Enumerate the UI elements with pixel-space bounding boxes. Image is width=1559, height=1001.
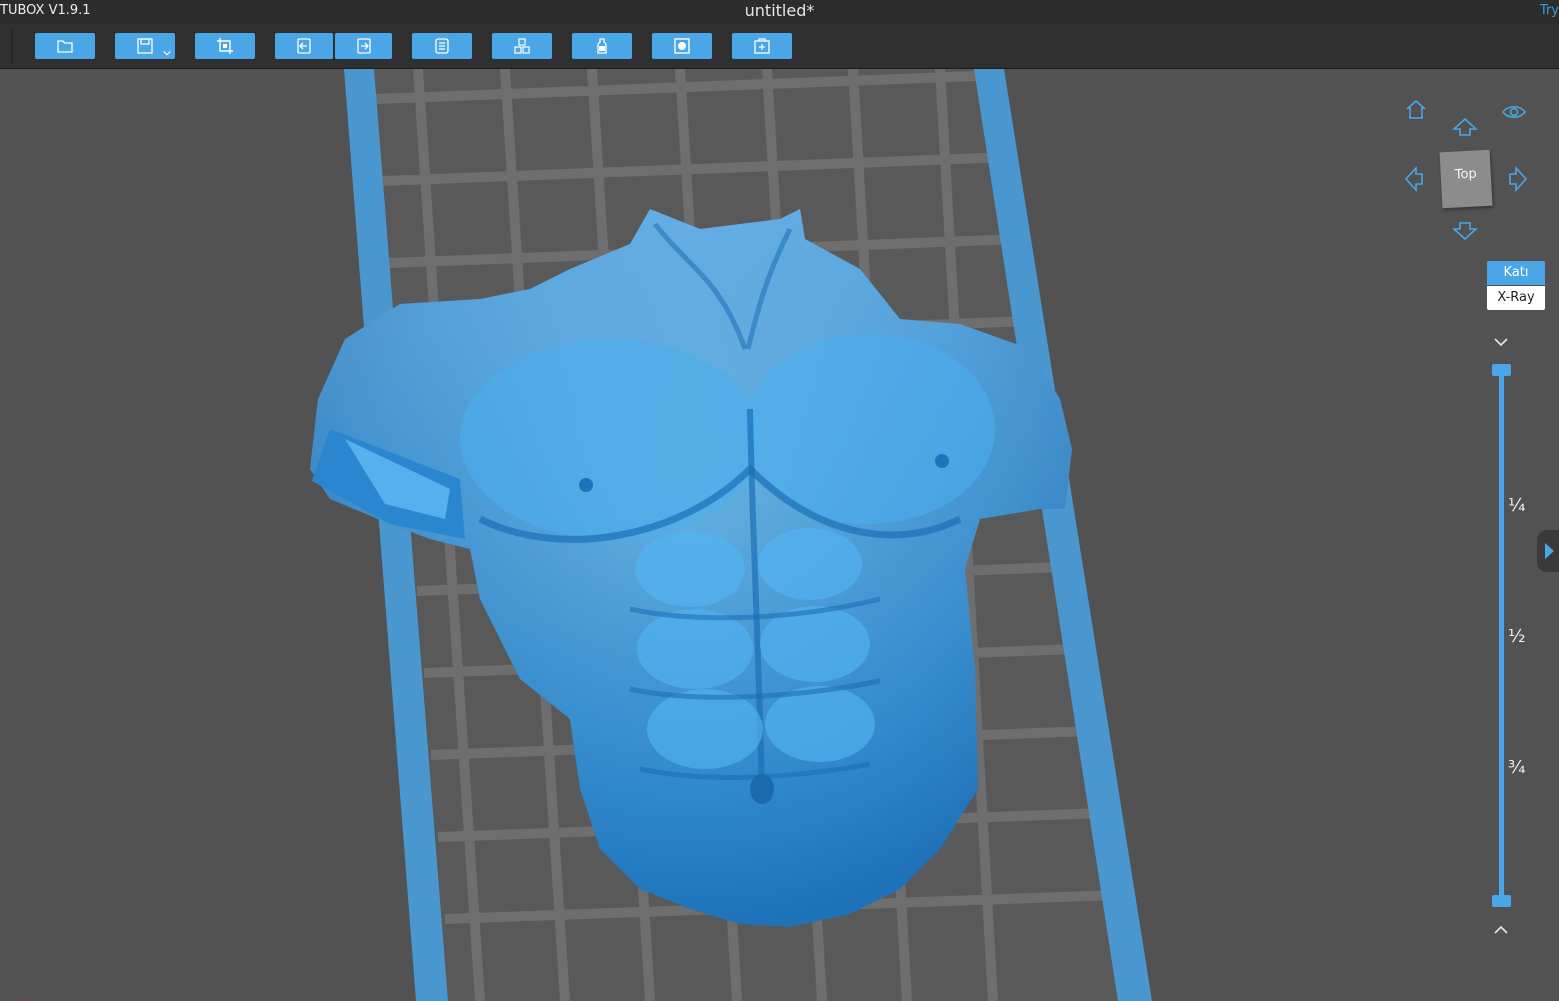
open-file-button[interactable] — [35, 33, 95, 59]
export-button[interactable] — [335, 33, 392, 59]
xray-mode-button[interactable]: X-Ray — [1487, 286, 1545, 310]
up-arrow-icon[interactable] — [1452, 117, 1478, 137]
import-icon — [297, 38, 311, 54]
right-arrow-icon[interactable] — [1508, 166, 1528, 192]
side-panel-toggle[interactable] — [1537, 530, 1559, 572]
arrange-button[interactable] — [492, 33, 552, 59]
play-arrow-icon — [1545, 543, 1554, 559]
try-link[interactable]: Try — [1540, 3, 1559, 18]
title-bar: TUBOX V1.9.1 untitled* Try — [0, 0, 1559, 24]
save-button[interactable] — [115, 33, 175, 59]
hollow-button[interactable] — [652, 33, 712, 59]
down-arrow-icon[interactable] — [1452, 221, 1478, 241]
eye-icon[interactable] — [1501, 100, 1527, 124]
arrange-icon — [514, 38, 530, 54]
slider-mark-half: ½ — [1508, 626, 1526, 647]
view-cube[interactable]: Top — [1439, 149, 1493, 209]
layer-slider-bottom-handle[interactable] — [1492, 895, 1511, 907]
left-arrow-icon[interactable] — [1404, 166, 1424, 192]
export-icon — [356, 38, 371, 54]
hollow-icon — [674, 38, 690, 54]
toolbar — [0, 24, 1559, 69]
add-icon — [754, 38, 770, 54]
import-button[interactable] — [275, 33, 333, 59]
x-axis-label: X — [20, 996, 34, 1001]
chevron-down-icon — [163, 50, 171, 56]
crop-icon — [217, 38, 233, 54]
toolbar-separator — [11, 29, 13, 63]
add-button[interactable] — [732, 33, 792, 59]
solid-mode-button[interactable]: Katı — [1487, 261, 1545, 285]
support-icon — [597, 38, 607, 54]
save-icon — [137, 38, 153, 54]
3d-viewport[interactable]: X — [0, 69, 1559, 1001]
support-button[interactable] — [572, 33, 632, 59]
layer-slider-track[interactable] — [1499, 369, 1504, 904]
document-button[interactable] — [412, 33, 472, 59]
scene-canvas[interactable] — [0, 69, 1559, 1001]
slider-mark-three-quarters: ¾ — [1508, 757, 1526, 778]
document-title: untitled* — [744, 1, 815, 20]
chevron-down-icon[interactable] — [1493, 336, 1509, 348]
chevron-up-icon[interactable] — [1493, 924, 1509, 936]
slider-mark-quarter: ¼ — [1508, 495, 1526, 516]
folder-icon — [57, 40, 73, 53]
layer-slider-top-handle[interactable] — [1492, 364, 1511, 376]
document-icon — [435, 38, 449, 54]
crop-button[interactable] — [195, 33, 255, 59]
home-icon[interactable] — [1404, 98, 1428, 122]
